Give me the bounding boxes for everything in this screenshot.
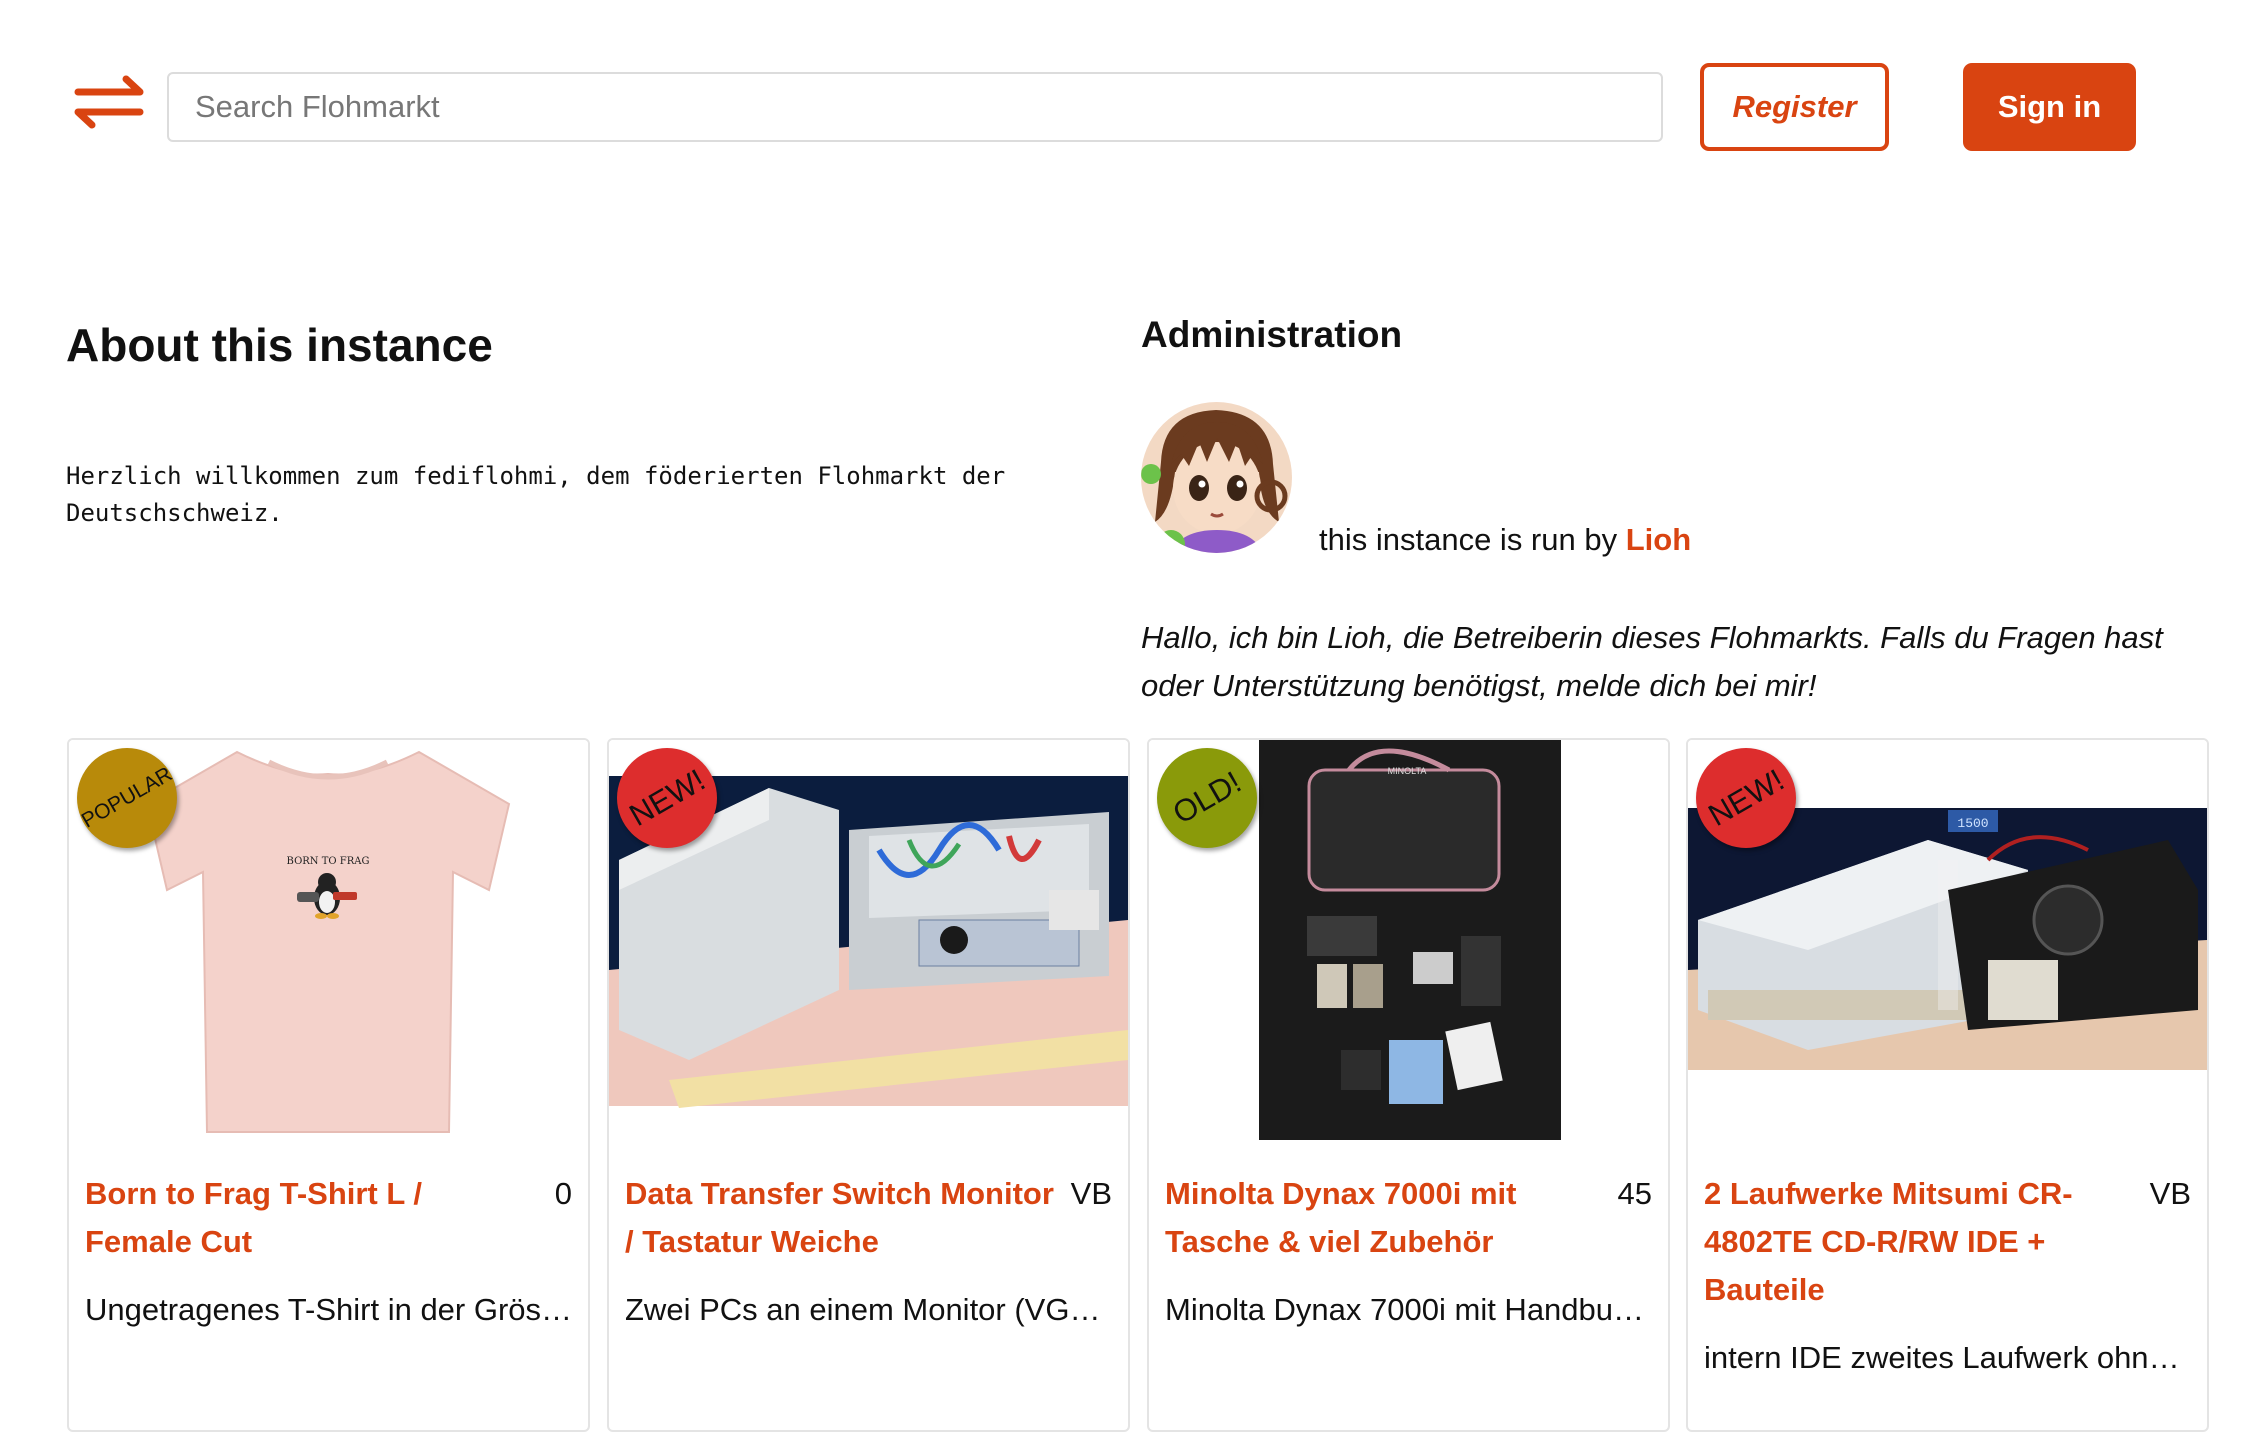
admin-run-by: this instance is run by Lioh [1319,522,1691,558]
item-card[interactable]: OLD! MINOLTA Minolta Dynax 7000i mit Tas… [1147,738,1670,1432]
sign-in-button[interactable]: Sign in [1963,63,2136,151]
item-title[interactable]: Minolta Dynax 7000i mit Tasche & viel Zu… [1165,1170,1605,1266]
search-input[interactable] [167,72,1663,142]
badge-label: OLD! [1166,764,1247,831]
item-price: 45 [1617,1176,1652,1211]
admin-run-by-text: this instance is run by [1319,522,1618,557]
item-title[interactable]: Data Transfer Switch Monitor / Tastatur … [625,1170,1065,1266]
item-price: VB [1070,1176,1112,1211]
exchange-arrows-icon[interactable] [70,74,148,130]
item-description: Ungetragenes T-Shirt in der Grösse L [85,1292,575,1327]
admin-name-link[interactable]: Lioh [1626,522,1691,557]
admin-avatar[interactable] [1141,402,1292,553]
item-description: Zwei PCs an einem Monitor (VGA) und Tast… [625,1292,1115,1327]
header: Register Sign in [0,0,2250,200]
new-badge: NEW! [1696,748,1796,848]
item-price: VB [2149,1176,2191,1211]
item-card[interactable]: NEW! Data Transfer Switch Monitor / Tast… [607,738,1130,1432]
item-description: Minolta Dynax 7000i mit Handbuch und Zub… [1165,1292,1655,1327]
item-price: 0 [554,1176,572,1211]
administration-title: Administration [1141,314,1403,355]
new-badge: NEW! [617,748,717,848]
badge-label: POPULAR [77,762,176,833]
item-card[interactable]: POPULAR BORN TO FRAG Born to Frag T-Shir… [67,738,590,1432]
item-description: intern IDE zweites Laufwerk ohne Gehäuse [1704,1340,2194,1375]
old-badge: OLD! [1157,748,1257,848]
item-title[interactable]: Born to Frag T-Shirt L / Female Cut [85,1170,525,1266]
tshirt-print-text: BORN TO FRAG [287,856,370,867]
popular-badge: POPULAR [77,748,177,848]
about-text: Herzlich willkommen zum fediflohmi, dem … [66,462,1006,527]
register-button[interactable]: Register [1700,63,1889,151]
about-title: About this instance [66,319,493,371]
item-card[interactable]: NEW! 1500 2 Laufwerke Mitsumi CR-4802TE … [1686,738,2209,1432]
badge-label: NEW! [622,762,711,833]
badge-label: NEW! [1701,762,1790,833]
scale-display: 1500 [1957,816,1988,831]
item-title[interactable]: 2 Laufwerke Mitsumi CR-4802TE CD-R/RW ID… [1704,1170,2144,1314]
admin-bio: Hallo, ich bin Lioh, die Betreiberin die… [1141,620,2163,703]
camera-bag-label: MINOLTA [1388,766,1427,776]
